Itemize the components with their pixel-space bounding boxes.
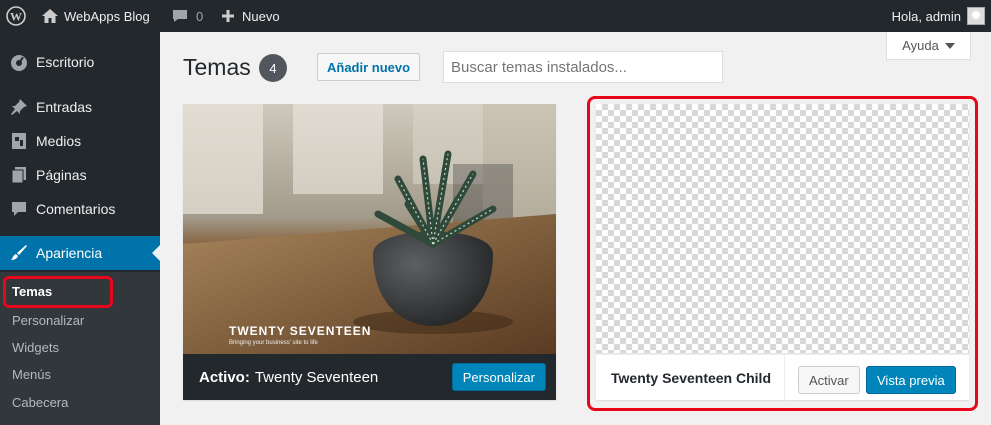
comment-bubble-icon: [172, 9, 188, 23]
sidebar-item-label: Páginas: [36, 167, 87, 183]
dashboard-icon: [10, 53, 28, 71]
brush-icon: [10, 244, 28, 262]
new-content-link[interactable]: Nuevo: [222, 0, 280, 32]
sidebar-item-apariencia[interactable]: Apariencia: [0, 236, 160, 270]
comments-link[interactable]: 0: [172, 0, 203, 32]
theme-count-badge: 4: [259, 54, 287, 82]
theme-screenshot[interactable]: TWENTY SEVENTEEN Bringing your business'…: [183, 104, 556, 354]
page-title: Temas: [183, 54, 251, 80]
add-new-button[interactable]: Añadir nuevo: [317, 53, 421, 81]
theme-card-active[interactable]: TWENTY SEVENTEEN Bringing your business'…: [183, 104, 556, 400]
submenu-item-cabecera[interactable]: Cabecera: [12, 389, 68, 415]
active-theme-name: Twenty Seventeen: [254, 368, 379, 386]
caret-down-icon: [944, 42, 955, 49]
new-label: Nuevo: [242, 8, 280, 24]
theme-screenshot-title: TWENTY SEVENTEEN: [229, 324, 372, 338]
comments-count: 0: [196, 8, 204, 24]
sidebar-item-escritorio[interactable]: Escritorio: [0, 45, 160, 79]
sidebar-item-label: Medios: [36, 133, 82, 149]
sidebar-item-label: Comentarios: [36, 201, 116, 217]
sidebar-item-paginas[interactable]: Páginas: [0, 158, 160, 192]
help-button[interactable]: Ayuda: [886, 32, 971, 60]
search-themes-input[interactable]: [443, 51, 723, 83]
site-name: WebApps Blog: [64, 8, 150, 24]
media-icon: [10, 132, 28, 150]
svg-text:W: W: [10, 10, 22, 24]
wordpress-logo-icon[interactable]: W: [6, 0, 28, 32]
active-theme-bar: Activo: Twenty Seventeen Personalizar: [183, 354, 556, 400]
pin-icon: [10, 98, 28, 116]
sidebar-item-label: Apariencia: [36, 245, 103, 261]
comment-icon: [10, 200, 28, 218]
home-icon: [42, 9, 58, 23]
help-label: Ayuda: [902, 38, 939, 53]
admin-bar: W WebApps Blog 0 Nuevo Hola, admin: [0, 0, 991, 32]
child-theme-highlight-box: [587, 96, 978, 411]
account-menu[interactable]: Hola, admin: [892, 0, 985, 32]
temas-highlight-box: [3, 276, 113, 308]
sidebar-item-comentarios[interactable]: Comentarios: [0, 192, 160, 226]
submenu-item-menus[interactable]: Menús: [12, 361, 51, 387]
submenu-item-widgets[interactable]: Widgets: [12, 334, 59, 360]
customize-button[interactable]: Personalizar: [451, 363, 546, 391]
greeting: Hola, admin: [891, 8, 961, 24]
sidebar-item-medios[interactable]: Medios: [0, 124, 160, 158]
admin-sidebar: Escritorio Entradas Medios Páginas Comen…: [0, 32, 160, 425]
active-prefix: Activo:: [199, 368, 250, 386]
theme-screenshot-tagline: Bringing your business' site to life: [229, 340, 318, 346]
sidebar-item-label: Escritorio: [36, 54, 95, 70]
sidebar-item-label: Entradas: [36, 99, 93, 115]
sidebar-item-entradas[interactable]: Entradas: [0, 90, 160, 124]
plus-icon: [222, 10, 234, 22]
submenu-item-personalizar[interactable]: Personalizar: [12, 307, 84, 333]
plant-photo: [183, 104, 556, 354]
site-name-link[interactable]: WebApps Blog: [42, 0, 150, 32]
pages-icon: [10, 166, 28, 184]
avatar: [967, 7, 985, 25]
